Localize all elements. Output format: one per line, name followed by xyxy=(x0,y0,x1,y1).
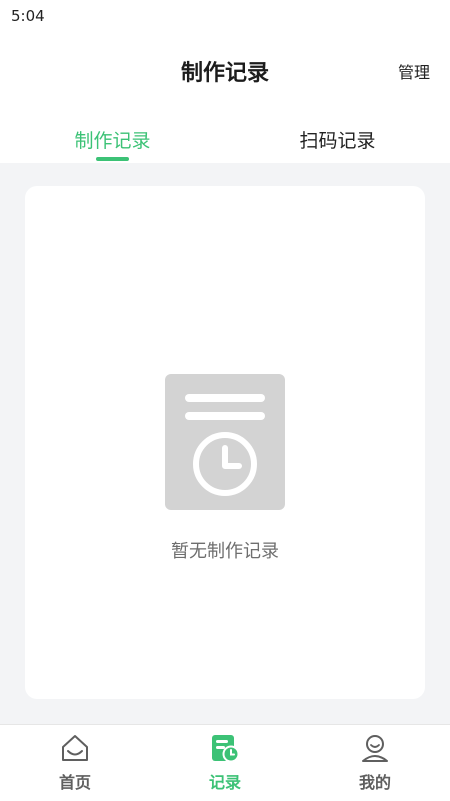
document-clock-icon xyxy=(165,374,285,510)
nav-item-profile[interactable]: 我的 xyxy=(300,725,450,801)
user-icon xyxy=(362,735,388,762)
bottom-navigation: 首页 记录 我的 xyxy=(0,724,450,801)
nav-item-home[interactable]: 首页 xyxy=(0,725,150,801)
page-title: 制作记录 xyxy=(180,61,269,86)
nav-label-profile: 我的 xyxy=(358,773,391,792)
tab-production-records[interactable]: 制作记录 xyxy=(0,126,225,153)
top-bar: 5:04 制作记录 管理 制作记录 扫码记录 xyxy=(0,0,450,163)
tab-scan-records[interactable]: 扫码记录 xyxy=(225,126,450,153)
active-tab-indicator xyxy=(96,157,129,161)
record-clock-icon xyxy=(212,735,240,763)
empty-state-message: 暂无制作记录 xyxy=(171,541,279,562)
records-card: 暂无制作记录 xyxy=(25,186,425,699)
status-bar-time: 5:04 xyxy=(11,7,45,25)
nav-label-records: 记录 xyxy=(208,773,241,792)
nav-item-records[interactable]: 记录 xyxy=(150,725,300,801)
home-icon xyxy=(62,735,88,761)
manage-button[interactable]: 管理 xyxy=(398,59,430,83)
nav-label-home: 首页 xyxy=(58,773,91,792)
